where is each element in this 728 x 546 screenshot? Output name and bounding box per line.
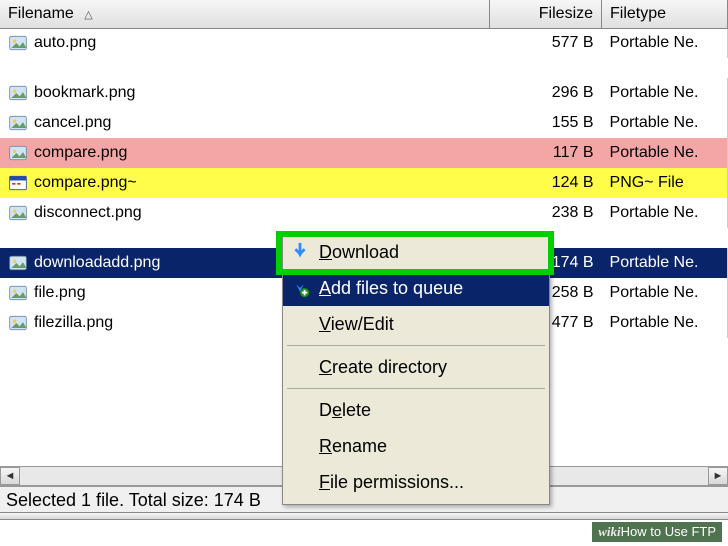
menu-separator	[287, 345, 545, 346]
file-type: Portable Ne.	[610, 284, 699, 301]
watermark-suffix: How to Use FTP	[621, 524, 716, 539]
file-size: 155 B	[552, 114, 594, 131]
file-type: Portable Ne.	[610, 254, 699, 271]
column-header-row: Filename △ Filesize Filetype	[0, 0, 728, 28]
menu-view-edit-label: View/Edit	[319, 314, 394, 335]
table-row[interactable]: disconnect.png 238 B Portable Ne.	[0, 198, 728, 228]
status-text: Selected 1 file. Total size: 174 B	[6, 490, 261, 510]
watermark: wikiHow to Use FTP	[592, 522, 722, 542]
sort-ascending-icon: △	[84, 9, 92, 21]
file-name: auto.png	[34, 34, 96, 51]
menu-separator	[287, 388, 545, 389]
file-size: 174 B	[552, 254, 594, 271]
file-size: 238 B	[552, 204, 594, 221]
column-header-filename[interactable]: Filename △	[0, 0, 490, 28]
file-type: PNG~ File	[610, 174, 684, 191]
table-row[interactable]: compare.png 117 B Portable Ne.	[0, 138, 728, 168]
file-size: 577 B	[552, 34, 594, 51]
file-size: 477 B	[552, 314, 594, 331]
menu-item-rename[interactable]: Rename	[283, 428, 549, 464]
watermark-brand: wiki	[598, 524, 620, 539]
file-type: Portable Ne.	[610, 144, 699, 161]
file-type: Portable Ne.	[610, 84, 699, 101]
file-type: Portable Ne.	[610, 114, 699, 131]
column-header-filename-label: Filename	[8, 5, 74, 22]
file-name: disconnect.png	[34, 204, 142, 221]
file-size: 296 B	[552, 84, 594, 101]
menu-download-label: Download	[319, 242, 399, 263]
pane-divider[interactable]	[0, 512, 728, 520]
table-row[interactable]: compare.png~ 124 B PNG~ File	[0, 168, 728, 198]
table-row[interactable]: auto.png 577 B Portable Ne.	[0, 28, 728, 58]
file-name: bookmark.png	[34, 84, 135, 101]
file-name: cancel.png	[34, 114, 111, 131]
file-size: 117 B	[553, 144, 594, 161]
context-menu: Download Add files to queue View/Edit Cr…	[282, 233, 550, 505]
menu-create-dir-label: Create directory	[319, 357, 447, 378]
menu-item-create-directory[interactable]: Create directory	[283, 349, 549, 385]
file-type: Portable Ne.	[610, 34, 699, 51]
table-row	[0, 58, 728, 78]
file-icon	[8, 204, 28, 222]
column-header-filetype[interactable]: Filetype	[602, 0, 728, 28]
column-header-filesize-label: Filesize	[539, 5, 593, 22]
menu-permissions-label: File permissions...	[319, 472, 464, 493]
file-icon	[8, 284, 28, 302]
file-icon	[8, 144, 28, 162]
scroll-left-button[interactable]: ◄	[0, 467, 20, 485]
file-name: compare.png	[34, 144, 127, 161]
file-icon	[8, 174, 28, 192]
file-size: 124 B	[552, 174, 594, 191]
menu-item-delete[interactable]: Delete	[283, 392, 549, 428]
file-icon	[8, 84, 28, 102]
menu-item-file-permissions[interactable]: File permissions...	[283, 464, 549, 500]
file-size: 258 B	[552, 284, 594, 301]
menu-add-queue-label: Add files to queue	[319, 278, 463, 299]
file-type: Portable Ne.	[610, 204, 699, 221]
file-name: filezilla.png	[34, 314, 113, 331]
column-header-filetype-label: Filetype	[610, 5, 666, 22]
file-icon	[8, 254, 28, 272]
file-name: compare.png~	[34, 174, 137, 191]
file-icon	[8, 34, 28, 52]
menu-item-download[interactable]: Download	[283, 234, 549, 270]
file-name: downloadadd.png	[34, 254, 160, 271]
table-row[interactable]: bookmark.png 296 B Portable Ne.	[0, 78, 728, 108]
file-icon	[8, 114, 28, 132]
file-type: Portable Ne.	[610, 314, 699, 331]
file-name: file.png	[34, 284, 86, 301]
download-icon	[289, 241, 311, 263]
menu-delete-label: Delete	[319, 400, 371, 421]
table-row[interactable]: cancel.png 155 B Portable Ne.	[0, 108, 728, 138]
add-to-queue-icon	[289, 277, 311, 299]
file-icon	[8, 314, 28, 332]
menu-rename-label: Rename	[319, 436, 387, 457]
menu-item-view-edit[interactable]: View/Edit	[283, 306, 549, 342]
scroll-right-button[interactable]: ►	[708, 467, 728, 485]
column-header-filesize[interactable]: Filesize	[490, 0, 602, 28]
menu-item-add-to-queue[interactable]: Add files to queue	[283, 270, 549, 306]
